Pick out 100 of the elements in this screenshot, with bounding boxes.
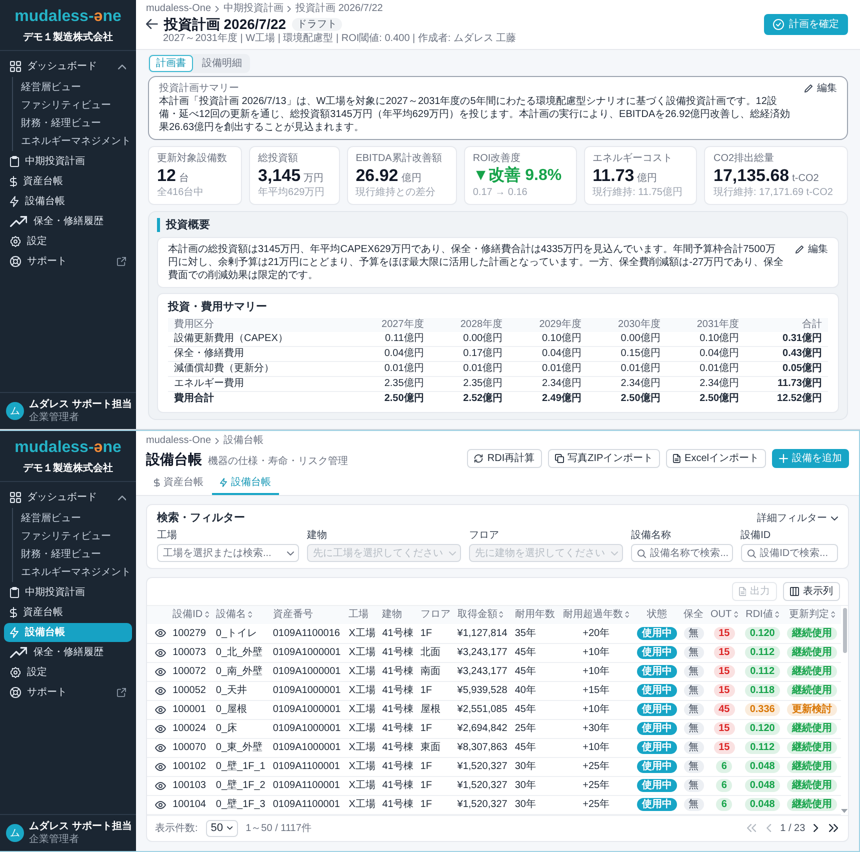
nav-item[interactable]: サポート bbox=[4, 252, 132, 271]
eye-icon[interactable] bbox=[155, 648, 166, 656]
eye-icon[interactable] bbox=[155, 724, 166, 732]
eye-icon[interactable] bbox=[155, 686, 166, 694]
action-button[interactable]: 写真ZIPインポート bbox=[548, 449, 660, 468]
filter-toggle-button[interactable]: 詳細フィルター bbox=[757, 512, 838, 524]
score-badge: 15 bbox=[714, 684, 735, 697]
pager-button[interactable] bbox=[826, 822, 840, 834]
nav-subitem[interactable]: エネルギーマネジメント bbox=[13, 563, 132, 581]
tab[interactable]: 資産台帳 bbox=[146, 472, 212, 495]
table-cell: 1F bbox=[417, 795, 454, 814]
nav-item[interactable]: 設備台帳 bbox=[4, 192, 132, 211]
nav-subitem[interactable]: ファシリティビュー bbox=[13, 527, 132, 545]
pager-button[interactable] bbox=[811, 822, 821, 834]
chevron-down-icon bbox=[831, 516, 838, 520]
chevron-up-icon[interactable] bbox=[118, 64, 126, 70]
maintenance-badge: 無 bbox=[684, 665, 704, 678]
nav-item[interactable]: 資産台帳 bbox=[4, 603, 132, 622]
column-header: 費用区分 bbox=[168, 318, 351, 332]
search-field[interactable]: 設備IDで検索... bbox=[740, 544, 838, 562]
eye-icon[interactable] bbox=[155, 800, 166, 808]
status-badge: 使用中 bbox=[636, 703, 677, 716]
breadcrumb-link[interactable]: mudaless-One bbox=[146, 3, 212, 15]
status-badge: 使用中 bbox=[636, 741, 677, 754]
table-cell: 2.35億円 bbox=[430, 376, 509, 392]
column-header: 合計 bbox=[745, 318, 828, 332]
settings-icon bbox=[10, 236, 21, 247]
search-field[interactable]: 設備名称で検索... bbox=[631, 544, 733, 562]
score-badge: 45 bbox=[714, 703, 735, 716]
nav-item[interactable]: 保全・修繕履歴 bbox=[4, 643, 132, 662]
eye-icon[interactable] bbox=[155, 629, 166, 638]
kpi-value: 17,135.68 bbox=[713, 166, 790, 185]
nav-item[interactable]: ダッシュボード bbox=[4, 488, 132, 507]
table-cell: +20年 bbox=[559, 624, 634, 643]
nav-item[interactable]: 設定 bbox=[4, 232, 132, 251]
table-cell: 100070 bbox=[170, 738, 213, 757]
table-cell: 35年 bbox=[512, 624, 560, 643]
table-cell: 45年 bbox=[512, 738, 560, 757]
kpi-unit: 億円 bbox=[637, 172, 658, 185]
scroll-down-arrow-icon[interactable] bbox=[841, 808, 848, 812]
tab[interactable]: 設備台帳 bbox=[212, 472, 280, 495]
edit-button[interactable]: 編集 bbox=[795, 243, 828, 256]
field-label: フロア bbox=[469, 529, 500, 542]
nav-item[interactable]: 中期投資計画 bbox=[4, 152, 132, 171]
eye-icon[interactable] bbox=[155, 762, 166, 770]
scrollbar-thumb[interactable] bbox=[842, 608, 846, 653]
score-badge: 0.120 bbox=[744, 722, 780, 735]
table-cell: ¥1,127,814 bbox=[454, 624, 512, 643]
filter-title: 検索・フィルター bbox=[157, 511, 245, 525]
nav-item[interactable]: ダッシュボード bbox=[4, 57, 132, 76]
table-cell: 減価償却費（更新分） bbox=[168, 362, 351, 376]
table-cell: ¥3,243,177 bbox=[454, 643, 512, 662]
trend-up-icon bbox=[10, 647, 28, 658]
back-arrow-icon[interactable] bbox=[146, 19, 158, 29]
eye-icon[interactable] bbox=[155, 706, 166, 714]
eye-icon[interactable] bbox=[155, 668, 166, 676]
table-cell: 0.00億円 bbox=[430, 332, 509, 346]
nav-subitem[interactable]: 財務・経理ビュー bbox=[13, 545, 132, 563]
breadcrumb-link[interactable]: 中期投資計画 bbox=[223, 3, 284, 15]
nav-subitem[interactable]: 財務・経理ビュー bbox=[13, 114, 132, 132]
maintenance-badge: 無 bbox=[684, 760, 704, 773]
toolbar-button[interactable]: 表示列 bbox=[783, 582, 840, 601]
table-cell: エネルギー費用 bbox=[168, 376, 351, 392]
breadcrumb-link[interactable]: mudaless-One bbox=[146, 435, 212, 447]
nav-subitem[interactable]: 経営層ビュー bbox=[13, 509, 132, 527]
nav-item[interactable]: サポート bbox=[4, 683, 132, 702]
nav-subitem[interactable]: エネルギーマネジメント bbox=[13, 132, 132, 150]
page-subtitle: 2027～2031年度 | W工場 | 環境配慮型 | ROI閾値: 0.400 | 作成者: ムダレス 工藤 bbox=[163, 33, 516, 45]
table-cell: 41号棟 bbox=[379, 738, 418, 757]
score-badge: 0.048 bbox=[744, 779, 780, 792]
table-cell: 2.50億円 bbox=[666, 392, 746, 406]
chevron-up-icon[interactable] bbox=[118, 494, 126, 500]
select-field[interactable]: 工場を選択または検索... bbox=[157, 544, 299, 562]
kpi-label: CO2排出総量 bbox=[713, 152, 774, 165]
nav-item[interactable]: 設定 bbox=[4, 663, 132, 682]
table-cell: 0.11億円 bbox=[350, 332, 430, 346]
table-cell: 屋根 bbox=[417, 700, 454, 719]
table-cell: ¥5,939,528 bbox=[454, 681, 512, 700]
kpi-note: 0.17 → 0.16 bbox=[472, 186, 528, 199]
nav-subitem[interactable]: 経営層ビュー bbox=[13, 78, 132, 96]
nav-subitem[interactable]: ファシリティビュー bbox=[13, 96, 132, 114]
lifebuoy-icon bbox=[10, 256, 21, 267]
field-label: 工場 bbox=[157, 529, 177, 542]
table-cell: 0109A1000001 bbox=[270, 643, 346, 662]
field-label: 建物 bbox=[306, 529, 327, 542]
eye-icon[interactable] bbox=[155, 782, 166, 790]
action-button[interactable]: Excelインポート bbox=[666, 449, 766, 468]
nav-item[interactable]: 中期投資計画 bbox=[4, 583, 132, 602]
nav-item[interactable]: 資産台帳 bbox=[4, 172, 132, 191]
lightning-icon bbox=[220, 478, 228, 487]
table-cell: 45年 bbox=[512, 662, 560, 681]
page-size-select[interactable]: 50 bbox=[206, 820, 238, 836]
edit-button[interactable]: 編集 bbox=[804, 82, 837, 95]
tab[interactable]: 設備明細 bbox=[195, 55, 249, 72]
eye-icon[interactable] bbox=[155, 744, 166, 752]
table-cell: 2.50億円 bbox=[350, 392, 430, 406]
table-cell: X工場 bbox=[346, 681, 380, 700]
table-cell: 0109A1100001 bbox=[270, 795, 346, 814]
nav-item[interactable]: 保全・修繕履歴 bbox=[4, 212, 132, 231]
action-button[interactable]: RDI再計算 bbox=[467, 449, 542, 468]
